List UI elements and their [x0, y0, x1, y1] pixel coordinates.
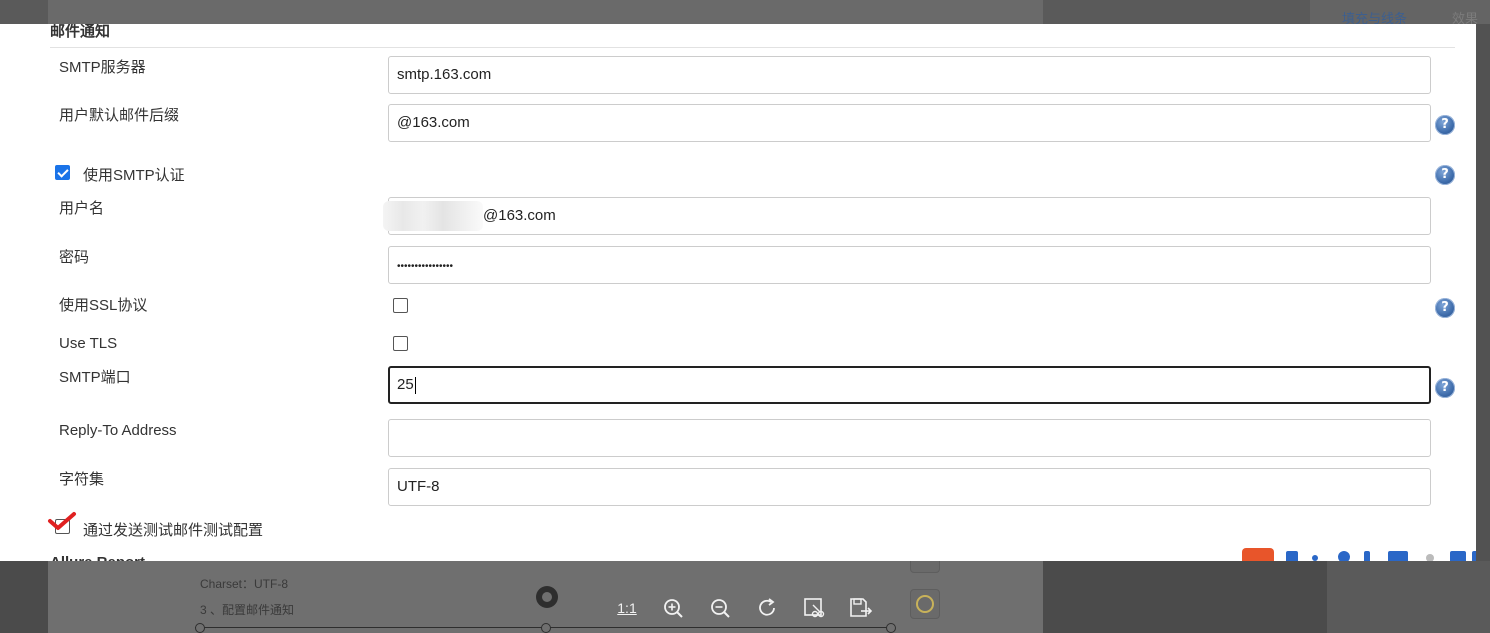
username-label: 用户名 — [59, 200, 105, 217]
redacted-username-blur — [383, 201, 483, 232]
zoom-in-icon — [664, 599, 683, 618]
mic-icon[interactable] — [1364, 551, 1370, 561]
crop-icon — [804, 598, 825, 618]
image-viewer-bar: Charset：UTF-8 3 、配置邮件通知 1:1 — [0, 561, 1490, 633]
rotate-icon — [759, 598, 775, 616]
ime-icon[interactable] — [1286, 551, 1298, 561]
section-divider — [50, 47, 1455, 48]
timeline-dot[interactable] — [886, 623, 896, 633]
dot-icon — [1426, 554, 1434, 561]
background-right-pane — [1327, 561, 1490, 633]
username-value: @163.com — [483, 207, 556, 224]
shirt-icon[interactable] — [1450, 551, 1466, 561]
zoom-in-button[interactable] — [660, 595, 686, 621]
use-smtp-auth-label: 使用SMTP认证 — [83, 167, 185, 184]
test-config-label: 通过发送测试邮件测试配置 — [83, 522, 264, 539]
charset-label: 字符集 — [59, 471, 105, 488]
smtp-server-input[interactable]: smtp.163.com — [388, 56, 1431, 94]
password-label: 密码 — [59, 249, 90, 266]
crop-button[interactable] — [801, 595, 827, 621]
timeline-handle[interactable] — [536, 586, 558, 608]
default-suffix-label: 用户默认邮件后缀 — [59, 107, 180, 124]
smtp-server-label: SMTP服务器 — [59, 59, 146, 76]
actual-size-button[interactable]: 1:1 — [614, 595, 640, 621]
side-button[interactable] — [910, 561, 940, 573]
help-icon[interactable]: ? — [1435, 378, 1455, 398]
background-page-top: 填充与线条 效果 — [0, 0, 1490, 26]
help-icon[interactable]: ? — [1435, 298, 1455, 318]
lightbulb-icon — [916, 595, 934, 613]
zoom-out-icon — [711, 599, 730, 618]
timeline-dot[interactable] — [541, 623, 551, 633]
default-suffix-input[interactable]: @163.com — [388, 104, 1431, 142]
password-input[interactable]: •••••••••••••••• — [388, 246, 1431, 284]
save-icon — [850, 598, 873, 617]
use-ssl-label: 使用SSL协议 — [59, 297, 148, 314]
use-ssl-checkbox[interactable] — [393, 298, 408, 313]
save-button[interactable] — [848, 595, 874, 621]
apps-icon[interactable] — [1472, 551, 1476, 561]
use-tls-label: Use TLS — [59, 335, 118, 352]
grid-icon[interactable] — [1388, 551, 1408, 561]
background-document-peek — [48, 0, 1043, 24]
smtp-port-value: 25 — [397, 376, 414, 393]
timeline-dot[interactable] — [195, 623, 205, 633]
app-logo-icon[interactable] — [1242, 548, 1274, 561]
system-tray — [1242, 545, 1476, 561]
use-smtp-auth-checkbox[interactable] — [55, 165, 70, 180]
smtp-port-label: SMTP端口 — [59, 369, 131, 386]
doc-charset-line: Charset：UTF-8 — [200, 577, 289, 591]
password-mask: •••••••••••••••• — [397, 261, 454, 272]
reply-to-input[interactable] — [388, 419, 1431, 457]
section-title: 邮件通知 — [50, 24, 111, 40]
zoom-out-button[interactable] — [707, 595, 733, 621]
rotate-button[interactable] — [754, 595, 780, 621]
help-icon[interactable]: ? — [1435, 165, 1455, 185]
charset-input[interactable]: UTF-8 — [388, 468, 1431, 506]
email-notification-form: 邮件通知 SMTP服务器 smtp.163.com 用户默认邮件后缀 @163.… — [0, 24, 1476, 561]
username-input[interactable]: @163.com — [383, 197, 1431, 235]
help-icon[interactable]: ? — [1435, 115, 1455, 135]
viewer-toolbar: 1:1 — [610, 595, 880, 621]
doc-step-line: 3 、配置邮件通知 — [200, 603, 295, 617]
keyboard-icon[interactable] — [1338, 551, 1350, 561]
smtp-port-input[interactable]: 25 — [388, 366, 1431, 404]
use-tls-checkbox[interactable] — [393, 336, 408, 351]
text-caret — [414, 376, 416, 394]
red-checkmark-annotation-icon — [48, 512, 76, 530]
reply-to-label: Reply-To Address — [59, 422, 177, 439]
